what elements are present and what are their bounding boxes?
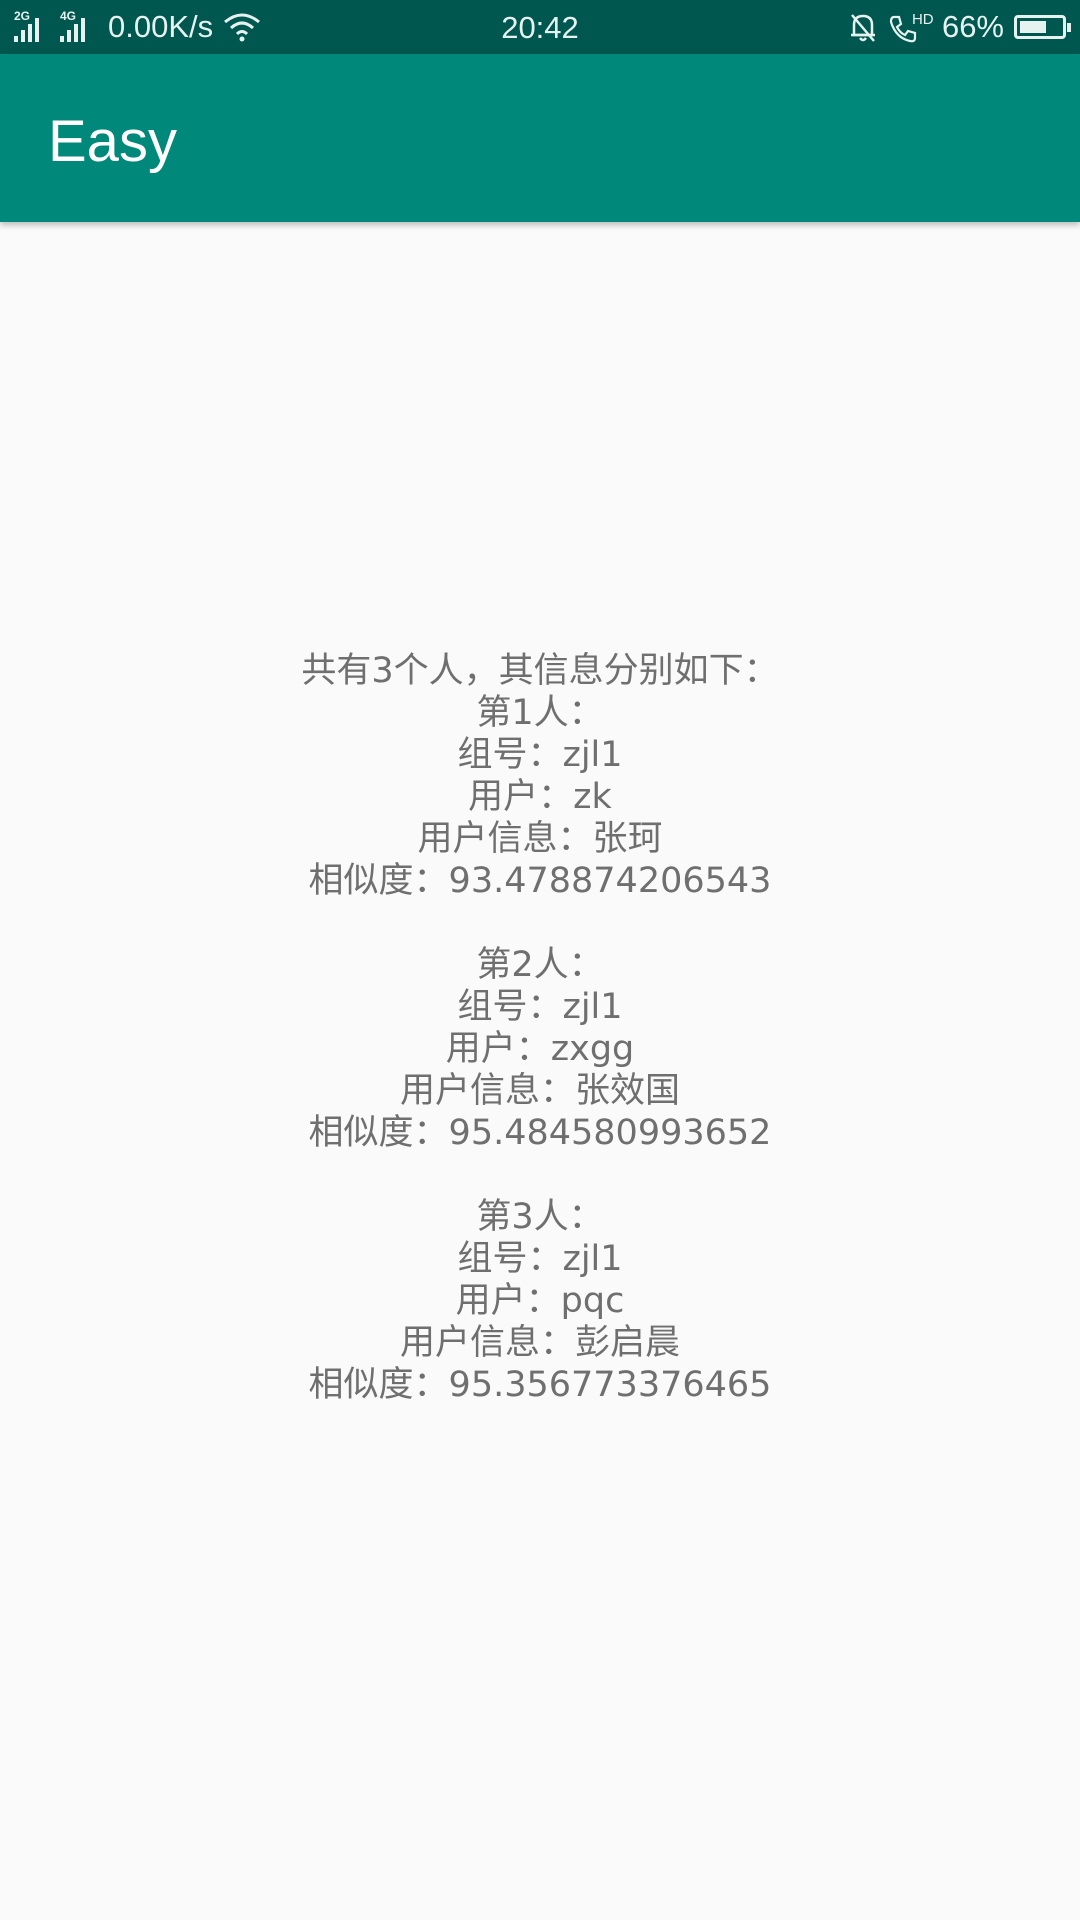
person-group: 组号：zjl1: [457, 987, 623, 1027]
person-user: 用户：pqc: [455, 1281, 625, 1321]
person-user-info: 用户信息：张珂: [417, 819, 663, 859]
app-toolbar: Easy: [0, 54, 1080, 222]
battery-level-fill: [1020, 21, 1046, 33]
battery-icon: [1014, 15, 1071, 39]
person-heading: 第1人：: [476, 693, 604, 733]
person-user-info: 用户信息：彭启晨: [399, 1323, 680, 1363]
status-right-group: HD 66%: [848, 0, 1071, 54]
person-heading: 第3人：: [476, 1197, 604, 1237]
person-similarity: 相似度：95.356773376465: [308, 1365, 772, 1405]
app-title: Easy: [48, 109, 177, 174]
person-group: 组号：zjl1: [457, 735, 623, 775]
recognition-result: 共有3个人，其信息分别如下： 第1人： 组号：zjl1 用户：zk 用户信息：张…: [0, 650, 1080, 1406]
person-similarity: 相似度：95.484580993652: [308, 1113, 772, 1153]
person-user: 用户：zk: [468, 777, 612, 817]
person-heading: 第2人：: [476, 945, 604, 985]
person-user-info: 用户信息：张效国: [399, 1071, 680, 1111]
result-summary: 共有3个人，其信息分别如下：: [301, 651, 779, 691]
person-group: 组号：zjl1: [457, 1239, 623, 1279]
phone-hd-icon: HD: [888, 10, 934, 44]
person-user: 用户：zxgg: [445, 1029, 635, 1069]
person-similarity: 相似度：93.478874206543: [308, 861, 772, 901]
battery-percent: 66%: [941, 9, 1004, 44]
status-bar: 2G 4G 0.00K/s 20:42 HD 66%: [0, 0, 1080, 54]
bell-off-icon: [850, 14, 875, 42]
hd-tag: HD: [911, 11, 934, 28]
